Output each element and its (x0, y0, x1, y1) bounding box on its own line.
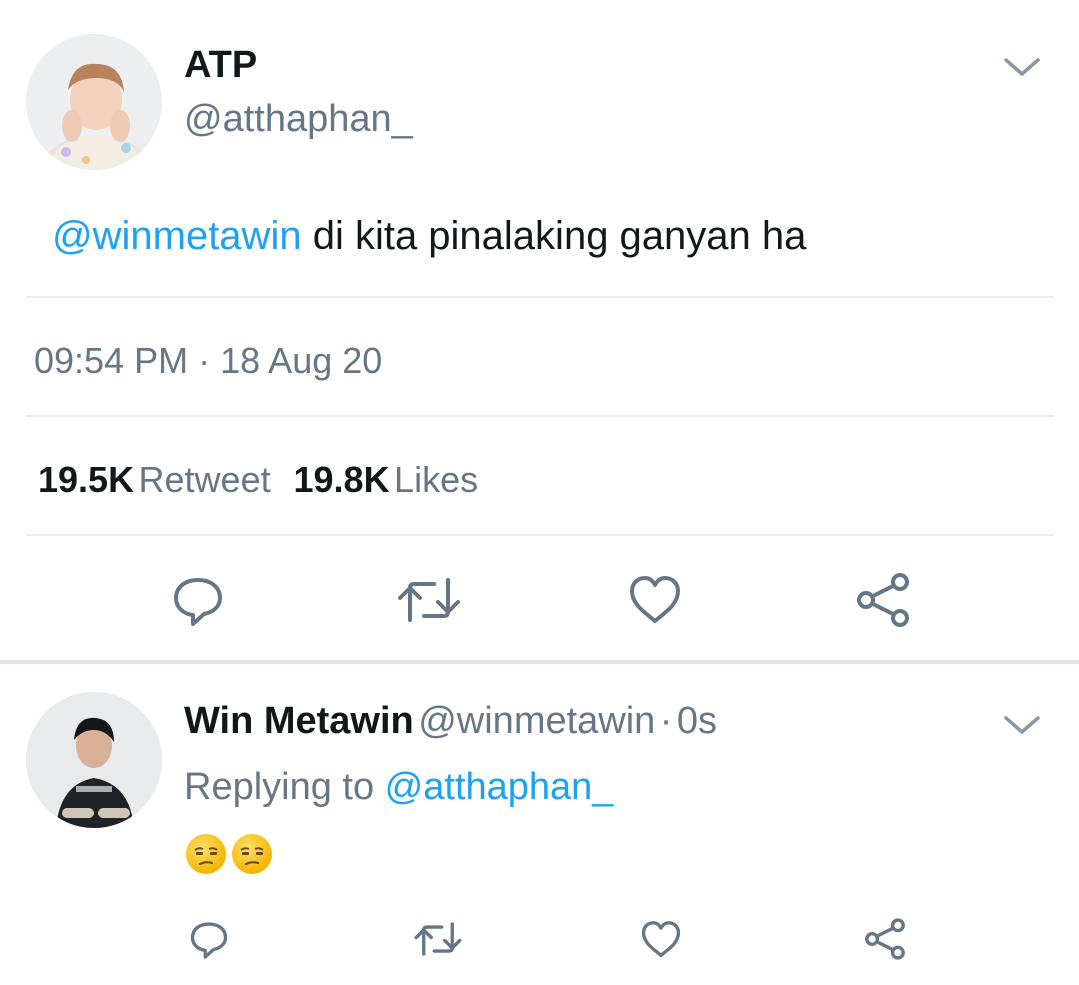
reply-emojis (186, 834, 272, 874)
reply-icon (174, 578, 222, 626)
dot-separator: · (659, 700, 673, 742)
avatar[interactable] (26, 692, 162, 828)
replying-prefix: Replying to (184, 766, 385, 808)
unamused-face-emoji (232, 834, 272, 874)
unamused-face-emoji (186, 834, 226, 874)
avatar-image-win (26, 692, 162, 828)
reply-handle[interactable]: @winmetawin (418, 700, 655, 742)
reply-header: Win Metawin @winmetawin · 0s (184, 700, 717, 743)
avatar-image-atp (26, 34, 162, 170)
reply-button[interactable] (166, 570, 230, 630)
divider (26, 296, 1054, 298)
replying-to: Replying to @atthaphan_ (184, 766, 613, 809)
replying-to-link[interactable]: @atthaphan_ (385, 766, 614, 808)
reply-display-name[interactable]: Win Metawin (184, 700, 414, 742)
chevron-down-icon (1004, 58, 1040, 76)
tweet-menu-button[interactable] (1002, 54, 1042, 80)
chevron-down-icon (1004, 716, 1040, 734)
like-icon (641, 920, 681, 957)
likes-stat[interactable]: 19.8K Likes (294, 459, 479, 500)
retweet-button[interactable] (394, 570, 464, 630)
tweet-body: di kita pinalaking ganyan ha (301, 214, 807, 258)
reply-button[interactable] (186, 916, 232, 962)
tweet-text: @winmetawin di kita pinalaking ganyan ha (52, 214, 806, 259)
like-icon (630, 576, 680, 623)
reply-menu-button[interactable] (1002, 712, 1042, 738)
retweet-label: Retweet (138, 459, 271, 500)
tweet-time: 09:54 PM (34, 340, 189, 381)
tweet-stats: 19.5K Retweet 19.8K Likes (38, 459, 478, 501)
retweet-icon (398, 578, 460, 622)
share-button[interactable] (852, 570, 914, 630)
avatar[interactable] (26, 34, 162, 170)
tweet-date: 18 Aug 20 (220, 340, 383, 381)
mention-link[interactable]: @winmetawin (52, 214, 302, 258)
share-icon (857, 573, 909, 627)
retweet-icon (414, 922, 462, 956)
retweet-count: 19.5K (38, 459, 135, 500)
reply-age: 0s (676, 700, 718, 742)
section-separator (0, 660, 1079, 664)
retweet-button[interactable] (412, 916, 464, 962)
share-icon (865, 918, 905, 960)
display-name[interactable]: ATP (184, 44, 257, 87)
user-handle[interactable]: @atthaphan_ (184, 98, 413, 141)
likes-label: Likes (394, 459, 479, 500)
like-button[interactable] (624, 570, 686, 630)
tweet-timestamp: 09:54 PM · 18 Aug 20 (34, 340, 382, 382)
divider (26, 534, 1054, 536)
divider (26, 415, 1054, 417)
reply-icon (190, 922, 228, 959)
retweet-stat[interactable]: 19.5K Retweet (38, 459, 275, 500)
likes-count: 19.8K (293, 459, 390, 500)
like-button[interactable] (638, 916, 684, 962)
dot-separator: · (198, 340, 211, 381)
share-button[interactable] (862, 916, 908, 962)
